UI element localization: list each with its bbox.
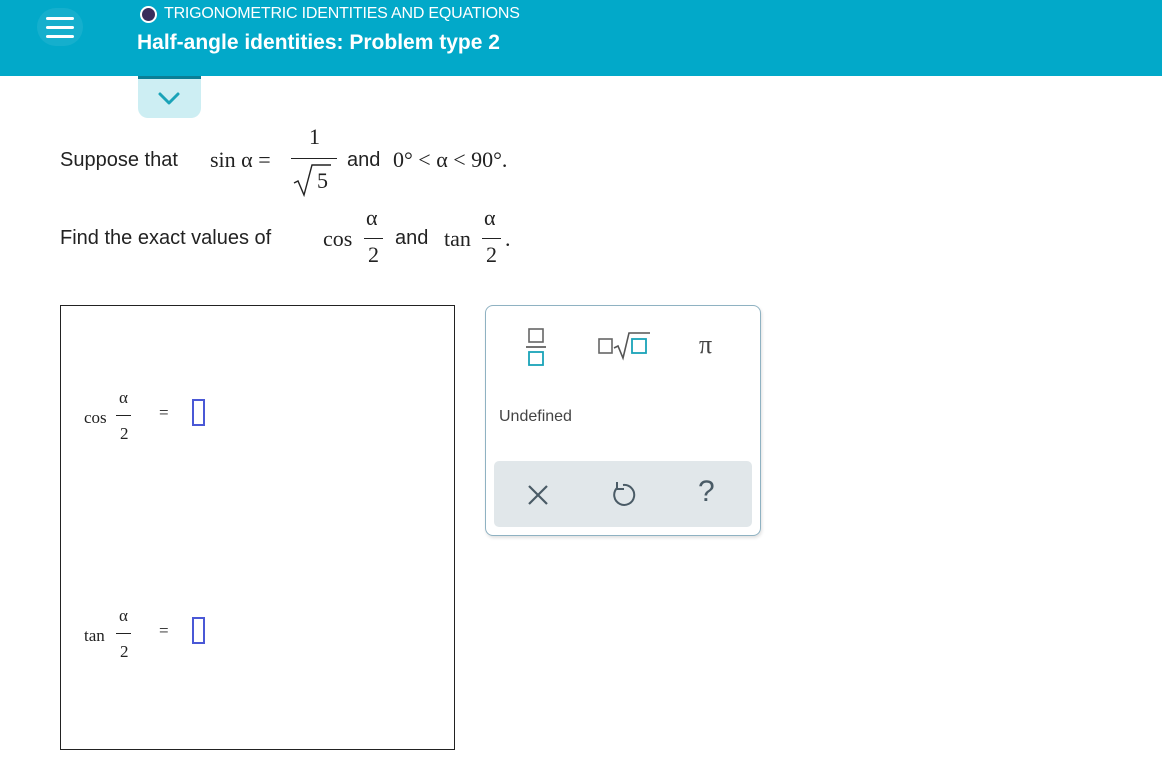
fraction-button[interactable] <box>522 326 550 370</box>
answer-cos-equals: = <box>159 403 169 422</box>
clear-icon <box>528 485 548 505</box>
and-text-1: and <box>347 149 381 171</box>
answer-area: cos α 2 = tan α 2 = <box>60 305 455 750</box>
answer-cos-two: 2 <box>120 424 129 443</box>
pi-icon: π <box>699 330 713 359</box>
problem-lead-text: Suppose that <box>60 149 178 171</box>
undo-button[interactable] <box>608 479 638 509</box>
find-text: Find the exact values of <box>60 227 272 249</box>
answer-cos-func: cos <box>84 408 107 427</box>
period: . <box>505 226 511 251</box>
menu-icon-bar-3 <box>46 35 74 38</box>
answer-cos-frac-bar <box>116 415 131 416</box>
fraction-bar <box>291 158 337 159</box>
cos-frac-bar <box>364 238 383 239</box>
cos-func: cos <box>323 226 353 251</box>
fraction-numerator: 1 <box>309 124 320 149</box>
answer-tan-equals: = <box>159 621 169 640</box>
and-text-2: and <box>395 227 429 249</box>
topic-label: TRIGONOMETRIC IDENTITIES AND EQUATIONS <box>164 5 520 22</box>
answer-tan-func: tan <box>84 626 105 645</box>
answer-cos-alpha: α <box>119 388 128 407</box>
tan-answer-input[interactable] <box>192 617 205 644</box>
topic-breadcrumb: TRIGONOMETRIC IDENTITIES AND EQUATIONS <box>140 5 520 23</box>
cos-answer-input[interactable] <box>192 399 205 426</box>
top-header: TRIGONOMETRIC IDENTITIES AND EQUATIONS H… <box>0 0 1162 76</box>
cos-alpha-num: α <box>366 205 378 230</box>
tan-alpha-num: α <box>484 205 496 230</box>
tan-func: tan <box>444 226 471 251</box>
math-keypad: π Undefined ? <box>485 305 761 536</box>
pi-button[interactable]: π <box>699 330 725 360</box>
undefined-button[interactable]: Undefined <box>499 408 572 426</box>
menu-button[interactable] <box>37 8 83 46</box>
tan-two-den: 2 <box>486 242 497 267</box>
fraction-icon <box>526 328 546 366</box>
cos-two-den: 2 <box>368 242 379 267</box>
menu-icon-bar-2 <box>46 26 74 29</box>
chevron-down-icon <box>158 92 180 105</box>
answer-tan-two: 2 <box>120 642 129 661</box>
clear-button[interactable] <box>524 481 552 509</box>
sqrt-icon <box>598 332 650 361</box>
help-icon: ? <box>698 475 715 508</box>
menu-icon-bar-1 <box>46 17 74 20</box>
undo-icon <box>613 482 636 506</box>
answer-tan-alpha: α <box>119 606 128 625</box>
expand-toggle-button[interactable] <box>138 76 201 118</box>
answer-tan-frac-bar <box>116 633 131 634</box>
page-title: Half-angle identities: Problem type 2 <box>137 31 500 54</box>
help-button[interactable]: ? <box>698 475 724 511</box>
fraction-denominator: 5 <box>317 168 328 193</box>
angle-range: 0° < α < 90°. <box>393 147 508 172</box>
sqrt-button[interactable] <box>596 330 652 362</box>
sin-alpha-expr: sin α = <box>210 147 271 172</box>
keypad-action-bar: ? <box>494 461 752 527</box>
topic-progress-icon <box>140 5 157 23</box>
tan-frac-bar <box>482 238 501 239</box>
